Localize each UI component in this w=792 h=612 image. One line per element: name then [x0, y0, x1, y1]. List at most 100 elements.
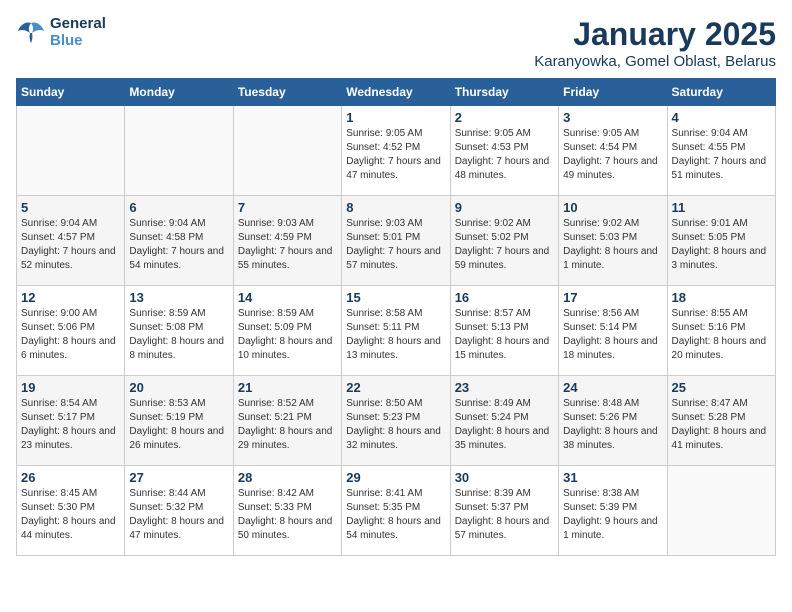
empty-cell — [667, 466, 775, 556]
day-number: 18 — [672, 290, 771, 305]
calendar-day-24: 24 Sunrise: 8:48 AMSunset: 5:26 PMDayligh… — [559, 376, 667, 466]
day-number: 25 — [672, 380, 771, 395]
day-info: Sunrise: 8:56 AMSunset: 5:14 PMDaylight:… — [563, 307, 662, 363]
day-number: 12 — [21, 290, 120, 305]
calendar-day-3: 3 Sunrise: 9:05 AMSunset: 4:54 PMDaylight… — [559, 106, 667, 196]
calendar-day-20: 20 Sunrise: 8:53 AMSunset: 5:19 PMDayligh… — [125, 376, 233, 466]
day-info: Sunrise: 9:05 AMSunset: 4:54 PMDaylight:… — [563, 127, 662, 183]
day-number: 28 — [238, 470, 337, 485]
day-info: Sunrise: 9:05 AMSunset: 4:53 PMDaylight:… — [455, 127, 554, 183]
logo: General Blue — [16, 16, 106, 49]
day-number: 19 — [21, 380, 120, 395]
day-info: Sunrise: 9:02 AMSunset: 5:03 PMDaylight:… — [563, 217, 662, 273]
calendar-day-2: 2 Sunrise: 9:05 AMSunset: 4:53 PMDaylight… — [450, 106, 558, 196]
empty-cell — [233, 106, 341, 196]
day-info: Sunrise: 8:49 AMSunset: 5:24 PMDaylight:… — [455, 397, 554, 453]
calendar-day-13: 13 Sunrise: 8:59 AMSunset: 5:08 PMDayligh… — [125, 286, 233, 376]
calendar-day-21: 21 Sunrise: 8:52 AMSunset: 5:21 PMDayligh… — [233, 376, 341, 466]
weekday-header-tuesday: Tuesday — [233, 79, 341, 106]
calendar-day-27: 27Sunrise: 8:44 AMSunset: 5:32 PMDayligh… — [125, 466, 233, 556]
calendar-day-7: 7Sunrise: 9:03 AMSunset: 4:59 PMDaylight… — [233, 196, 341, 286]
day-info: Sunrise: 8:58 AMSunset: 5:11 PMDaylight:… — [346, 307, 445, 363]
calendar-week-4: 19Sunrise: 8:54 AMSunset: 5:17 PMDayligh… — [17, 376, 776, 466]
weekday-header-sunday: Sunday — [17, 79, 125, 106]
day-info: Sunrise: 8:57 AMSunset: 5:13 PMDaylight:… — [455, 307, 554, 363]
calendar-day-31: 31 Sunrise: 8:38 AMSunset: 5:39 PMDayligh… — [559, 466, 667, 556]
weekday-header-saturday: Saturday — [667, 79, 775, 106]
calendar-week-1: 1Sunrise: 9:05 AMSunset: 4:52 PMDaylight… — [17, 106, 776, 196]
calendar-day-26: 26 Sunrise: 8:45 AMSunset: 5:30 PMDayligh… — [17, 466, 125, 556]
calendar-week-3: 12 Sunrise: 9:00 AMSunset: 5:06 PMDayligh… — [17, 286, 776, 376]
day-number: 22 — [346, 380, 445, 395]
day-info: Sunrise: 8:53 AMSunset: 5:19 PMDaylight:… — [129, 397, 228, 453]
calendar-day-6: 6 Sunrise: 9:04 AMSunset: 4:58 PMDaylight… — [125, 196, 233, 286]
day-info: Sunrise: 8:47 AMSunset: 5:28 PMDaylight:… — [672, 397, 771, 453]
day-number: 20 — [129, 380, 228, 395]
day-info: Sunrise: 8:59 AMSunset: 5:09 PMDaylight:… — [238, 307, 337, 363]
calendar-day-18: 18 Sunrise: 8:55 AMSunset: 5:16 PMDayligh… — [667, 286, 775, 376]
day-number: 24 — [563, 380, 662, 395]
day-number: 8 — [346, 200, 445, 215]
day-info: Sunrise: 8:52 AMSunset: 5:21 PMDaylight:… — [238, 397, 337, 453]
day-info: Sunrise: 9:04 AMSunset: 4:55 PMDaylight:… — [672, 127, 771, 183]
empty-cell — [125, 106, 233, 196]
location-title: Karanyowka, Gomel Oblast, Belarus — [534, 53, 776, 70]
calendar-day-22: 22 Sunrise: 8:50 AMSunset: 5:23 PMDayligh… — [342, 376, 450, 466]
empty-cell — [17, 106, 125, 196]
day-info: Sunrise: 9:01 AMSunset: 5:05 PMDaylight:… — [672, 217, 771, 273]
calendar-day-10: 10Sunrise: 9:02 AMSunset: 5:03 PMDayligh… — [559, 196, 667, 286]
day-info: Sunrise: 9:04 AMSunset: 4:58 PMDaylight:… — [129, 217, 228, 273]
calendar-day-25: 25 Sunrise: 8:47 AMSunset: 5:28 PMDayligh… — [667, 376, 775, 466]
day-number: 15 — [346, 290, 445, 305]
calendar-day-12: 12 Sunrise: 9:00 AMSunset: 5:06 PMDayligh… — [17, 286, 125, 376]
day-number: 11 — [672, 200, 771, 215]
day-info: Sunrise: 8:55 AMSunset: 5:16 PMDaylight:… — [672, 307, 771, 363]
day-number: 2 — [455, 110, 554, 125]
calendar-day-16: 16 Sunrise: 8:57 AMSunset: 5:13 PMDayligh… — [450, 286, 558, 376]
day-number: 17 — [563, 290, 662, 305]
calendar-day-1: 1Sunrise: 9:05 AMSunset: 4:52 PMDaylight… — [342, 106, 450, 196]
day-number: 6 — [129, 200, 228, 215]
day-number: 26 — [21, 470, 120, 485]
page-header: General Blue January 2025 Karanyowka, Go… — [16, 16, 776, 70]
calendar-week-5: 26 Sunrise: 8:45 AMSunset: 5:30 PMDayligh… — [17, 466, 776, 556]
day-info: Sunrise: 8:45 AMSunset: 5:30 PMDaylight:… — [21, 487, 120, 543]
day-number: 13 — [129, 290, 228, 305]
day-number: 5 — [21, 200, 120, 215]
calendar-day-8: 8 Sunrise: 9:03 AMSunset: 5:01 PMDaylight… — [342, 196, 450, 286]
weekday-header-row: SundayMondayTuesdayWednesdayThursdayFrid… — [17, 79, 776, 106]
month-title: January 2025 — [534, 16, 776, 53]
calendar-table: SundayMondayTuesdayWednesdayThursdayFrid… — [16, 78, 776, 556]
day-number: 29 — [346, 470, 445, 485]
day-number: 3 — [563, 110, 662, 125]
day-info: Sunrise: 9:00 AMSunset: 5:06 PMDaylight:… — [21, 307, 120, 363]
day-number: 21 — [238, 380, 337, 395]
day-info: Sunrise: 8:38 AMSunset: 5:39 PMDaylight:… — [563, 487, 662, 543]
day-number: 4 — [672, 110, 771, 125]
day-number: 31 — [563, 470, 662, 485]
title-area: January 2025 Karanyowka, Gomel Oblast, B… — [534, 16, 776, 70]
day-info: Sunrise: 8:50 AMSunset: 5:23 PMDaylight:… — [346, 397, 445, 453]
calendar-day-11: 11 Sunrise: 9:01 AMSunset: 5:05 PMDayligh… — [667, 196, 775, 286]
day-number: 16 — [455, 290, 554, 305]
day-number: 27 — [129, 470, 228, 485]
day-number: 7 — [238, 200, 337, 215]
calendar-day-15: 15 Sunrise: 8:58 AMSunset: 5:11 PMDayligh… — [342, 286, 450, 376]
day-info: Sunrise: 8:48 AMSunset: 5:26 PMDaylight:… — [563, 397, 662, 453]
weekday-header-monday: Monday — [125, 79, 233, 106]
calendar-day-19: 19Sunrise: 8:54 AMSunset: 5:17 PMDayligh… — [17, 376, 125, 466]
day-info: Sunrise: 8:39 AMSunset: 5:37 PMDaylight:… — [455, 487, 554, 543]
calendar-day-17: 17 Sunrise: 8:56 AMSunset: 5:14 PMDayligh… — [559, 286, 667, 376]
calendar-day-28: 28 Sunrise: 8:42 AMSunset: 5:33 PMDayligh… — [233, 466, 341, 556]
day-number: 9 — [455, 200, 554, 215]
day-info: Sunrise: 8:42 AMSunset: 5:33 PMDaylight:… — [238, 487, 337, 543]
weekday-header-friday: Friday — [559, 79, 667, 106]
day-info: Sunrise: 9:03 AMSunset: 5:01 PMDaylight:… — [346, 217, 445, 273]
day-info: Sunrise: 8:59 AMSunset: 5:08 PMDaylight:… — [129, 307, 228, 363]
logo-text: General Blue — [50, 16, 106, 49]
day-info: Sunrise: 8:41 AMSunset: 5:35 PMDaylight:… — [346, 487, 445, 543]
day-number: 30 — [455, 470, 554, 485]
day-info: Sunrise: 9:04 AMSunset: 4:57 PMDaylight:… — [21, 217, 120, 273]
weekday-header-thursday: Thursday — [450, 79, 558, 106]
day-info: Sunrise: 9:02 AMSunset: 5:02 PMDaylight:… — [455, 217, 554, 273]
